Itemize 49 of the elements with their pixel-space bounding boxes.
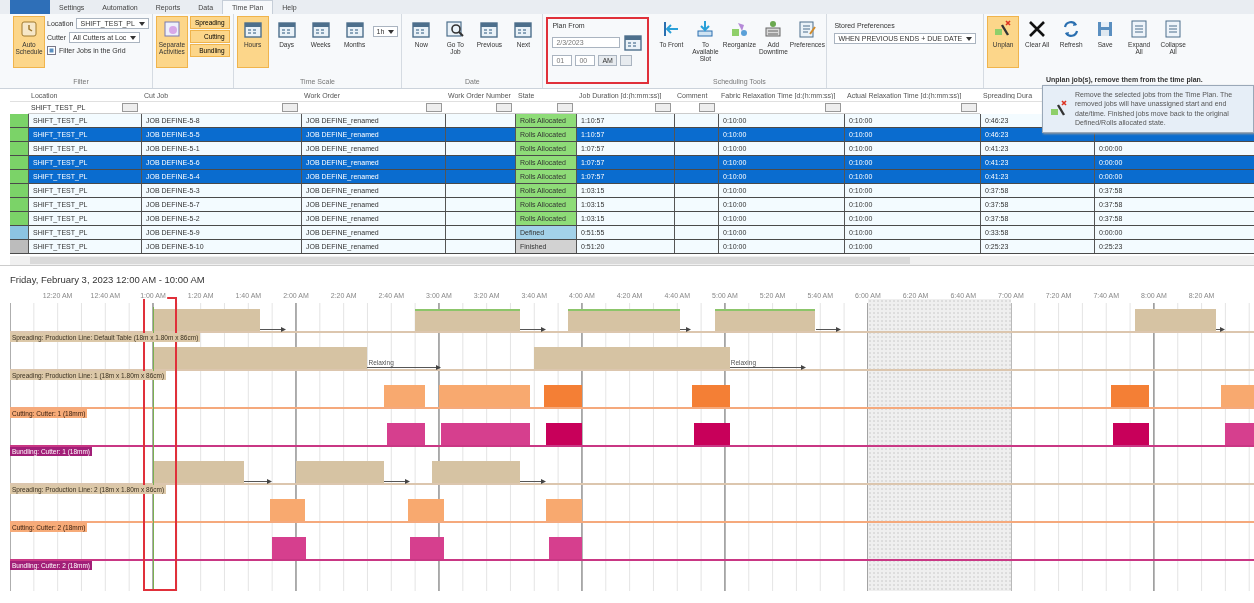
filter-button[interactable] — [122, 103, 138, 112]
calendar-icon — [276, 19, 297, 39]
row-indicator[interactable] — [10, 114, 28, 127]
row-indicator[interactable] — [10, 212, 28, 225]
calendar-icon — [513, 19, 534, 39]
filter-button[interactable] — [282, 103, 298, 112]
row-indicator[interactable] — [10, 226, 28, 239]
caret-icon — [966, 37, 973, 42]
row-indicator[interactable] — [10, 142, 28, 155]
row-indicator[interactable] — [10, 128, 28, 141]
filter-checkbox[interactable] — [47, 46, 56, 55]
calendar-icon — [623, 32, 644, 52]
job-bar[interactable] — [543, 385, 582, 407]
calendar-icon — [411, 19, 432, 39]
expand-icon — [1129, 19, 1150, 39]
filter-button[interactable] — [699, 103, 715, 112]
clear-icon — [1027, 19, 1048, 39]
activities-icon — [161, 19, 182, 39]
filter-button[interactable] — [426, 103, 442, 112]
job-bar[interactable] — [1113, 423, 1150, 445]
collapse-icon — [1163, 19, 1184, 39]
time-spinner[interactable] — [619, 55, 632, 66]
date-range-title: Friday, February 3, 2023 12:00 AM - 10:00 AM — [9, 273, 206, 287]
calendar-icon — [344, 19, 365, 39]
filter-button[interactable] — [557, 103, 573, 112]
calendar-icon — [479, 19, 500, 39]
calendar-icon — [242, 19, 263, 39]
caret-icon — [388, 30, 395, 35]
row-indicator[interactable] — [10, 156, 28, 169]
filter-button[interactable] — [655, 103, 671, 112]
row-indicator[interactable] — [10, 240, 28, 253]
job-bar[interactable] — [386, 423, 425, 445]
search-icon — [445, 19, 466, 39]
job-bar[interactable] — [691, 385, 730, 407]
caret-icon — [138, 22, 145, 27]
job-bar[interactable] — [153, 461, 244, 483]
clock-icon — [19, 19, 39, 39]
application-menu-button[interactable] — [10, 0, 50, 14]
caret-icon — [130, 36, 137, 41]
filter-button[interactable] — [825, 103, 841, 112]
calendar-icon — [310, 19, 331, 39]
filter-button[interactable] — [496, 103, 512, 112]
job-bar[interactable] — [693, 423, 730, 445]
filter-button[interactable] — [961, 103, 977, 112]
job-bar[interactable] — [1111, 385, 1150, 407]
row-indicator[interactable] — [10, 198, 28, 211]
row-indicator[interactable] — [10, 184, 28, 197]
row-indicator[interactable] — [10, 170, 28, 183]
job-bar[interactable] — [548, 537, 582, 559]
